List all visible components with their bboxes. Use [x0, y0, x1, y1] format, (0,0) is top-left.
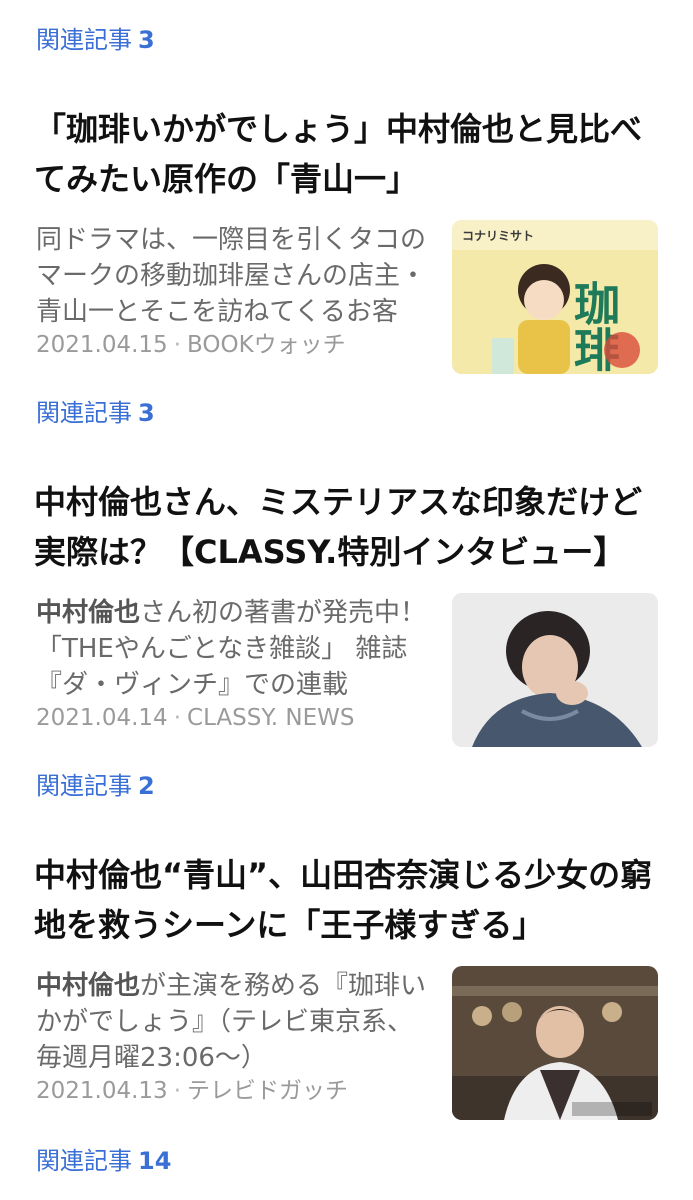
article-snippet: 同ドラマは、一際目を引くタコのマークの移動珈琲屋さんの店主・青山一とそこを訪ねて…	[36, 222, 430, 330]
article-card[interactable]: 中村倫也“青山”、山田杏奈演じる少女の窮地を救うシーンに「王子様すぎる」 中村倫…	[0, 850, 693, 1190]
book-cover-image: コナリミサト 珈琲	[452, 220, 658, 374]
article-source: BOOKウォッチ	[187, 332, 346, 358]
news-feed: 関連記事 3 「珈琲いかがでしょう」中村倫也と見比べてみたい原作の「青山一」 同ド…	[0, 0, 693, 1200]
article-thumbnail[interactable]: コナリミサト 珈琲	[452, 220, 658, 374]
related-count: 3	[138, 26, 155, 54]
related-label: 関連記事	[36, 1147, 132, 1175]
article-meta: 2021.04.15 · BOOKウォッチ	[36, 330, 346, 360]
related-label: 関連記事	[36, 26, 132, 54]
related-articles-link[interactable]: 関連記事 3	[36, 398, 155, 428]
article-meta: 2021.04.14 · CLASSY. NEWS	[36, 703, 354, 733]
related-label: 関連記事	[36, 772, 132, 800]
article-title[interactable]: 「珈琲いかがでしょう」中村倫也と見比べてみたい原作の「青山一」	[34, 104, 658, 204]
related-articles-link[interactable]: 関連記事 14	[36, 1146, 171, 1176]
article-thumbnail[interactable]	[452, 593, 658, 747]
related-articles-link[interactable]: 関連記事 2	[36, 771, 155, 801]
article-thumbnail[interactable]	[452, 966, 658, 1120]
article-snippet: 中村倫也さん初の著書が発売中！「THEやんごとなき雑談」 雑誌『ダ・ヴィンチ』で…	[36, 595, 430, 703]
article-snippet: 中村倫也が主演を務める『珈琲いかがでしょう』（テレビ東京系、毎週月曜23:06〜…	[36, 968, 430, 1076]
article-date: 2021.04.15	[36, 332, 168, 358]
article-meta: 2021.04.13 · テレビドガッチ	[36, 1076, 348, 1106]
article-date: 2021.04.14	[36, 705, 168, 731]
portrait-photo	[452, 593, 658, 747]
article-card[interactable]: 中村倫也さん、ミステリアスな印象だけど実際は？【CLASSY.特別インタビュー】…	[0, 477, 693, 817]
related-count: 2	[138, 772, 155, 800]
cover-author-text: コナリミサト	[462, 229, 534, 243]
snippet-text: 同ドラマは、一際目を引くタコのマークの移動珈琲屋さんの店主・青山一とそこを訪ねて…	[36, 225, 427, 327]
snippet-highlight: 中村倫也	[36, 598, 141, 628]
snippet-highlight: 中村倫也	[36, 971, 141, 1001]
meta-separator: ·	[173, 705, 182, 731]
drama-still-image	[452, 966, 658, 1120]
article-date: 2021.04.13	[36, 1078, 168, 1104]
related-count: 14	[138, 1147, 172, 1175]
related-articles-link[interactable]: 関連記事 3	[36, 25, 155, 55]
article-card[interactable]: 「珈琲いかがでしょう」中村倫也と見比べてみたい原作の「青山一」 同ドラマは、一際…	[0, 104, 693, 444]
meta-separator: ·	[173, 332, 182, 358]
article-source: CLASSY. NEWS	[187, 705, 355, 731]
article-title[interactable]: 中村倫也さん、ミステリアスな印象だけど実際は？【CLASSY.特別インタビュー】	[34, 477, 658, 577]
article-title[interactable]: 中村倫也“青山”、山田杏奈演じる少女の窮地を救うシーンに「王子様すぎる」	[34, 850, 658, 950]
article-source: テレビドガッチ	[187, 1078, 349, 1104]
related-count: 3	[138, 399, 155, 427]
meta-separator: ·	[173, 1078, 182, 1104]
related-label: 関連記事	[36, 399, 132, 427]
